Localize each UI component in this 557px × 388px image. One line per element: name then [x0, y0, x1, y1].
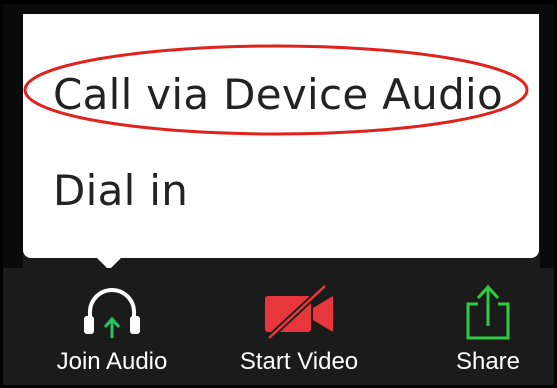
top-strip [3, 4, 554, 14]
share-label: Share [455, 348, 521, 375]
share-button[interactable]: Share [433, 268, 543, 385]
meeting-toolbar: Join Audio Start Video Share [3, 268, 554, 385]
headphones-icon [84, 288, 140, 338]
menu-item-call-via-device-audio[interactable]: Call via Device Audio [53, 70, 503, 119]
start-video-button[interactable]: Start Video [219, 268, 379, 385]
join-audio-label: Join Audio [56, 348, 168, 375]
join-audio-button[interactable]: Join Audio [37, 268, 187, 385]
audio-options-popup: Call via Device Audio Dial in [23, 14, 539, 258]
video-off-icon [265, 283, 333, 341]
start-video-label: Start Video [239, 348, 359, 375]
app-window: Call via Device Audio Dial in Join Audio [0, 0, 557, 388]
menu-item-dial-in[interactable]: Dial in [53, 166, 188, 215]
share-icon [466, 284, 510, 340]
